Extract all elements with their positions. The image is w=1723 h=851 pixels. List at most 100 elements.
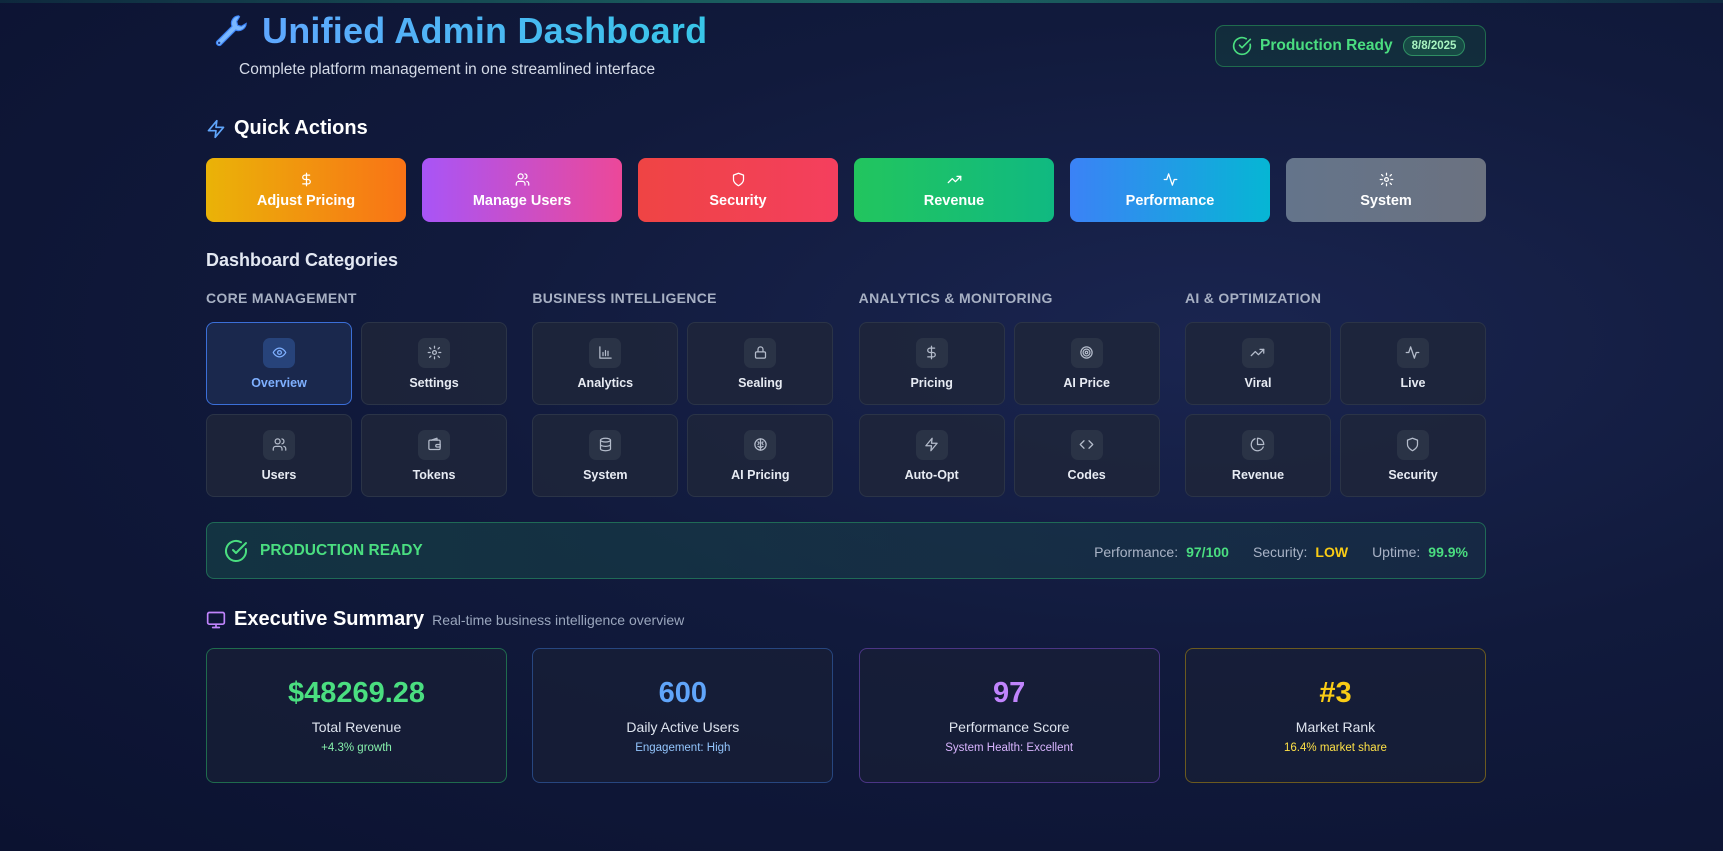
brain-icon: [754, 438, 767, 451]
quick-action-revenue-button[interactable]: Revenue: [854, 158, 1054, 222]
executive-summary-title: Executive Summary: [234, 608, 425, 630]
summary-card-value: #3: [1319, 677, 1352, 709]
bar-chart-icon: [599, 346, 612, 359]
summary-card-label: Market Rank: [1295, 719, 1376, 735]
quick-action-icon: [515, 172, 530, 188]
eye-icon: [272, 347, 286, 358]
tile-pricing[interactable]: Pricing: [858, 322, 1005, 405]
production-status-badge: Production Ready 8/8/2025: [1215, 25, 1486, 67]
tile-tokens[interactable]: Tokens: [361, 414, 507, 497]
category-tiles: Analytics Sealing System AI Pricing: [532, 322, 834, 497]
quick-action-label: Performance: [1125, 192, 1215, 209]
summary-card-value: 600: [658, 677, 708, 709]
tile-label: Auto-Opt: [904, 467, 959, 482]
categories-title: Dashboard Categories: [206, 250, 399, 270]
quick-actions-title: Quick Actions: [234, 117, 368, 139]
category-group: ANALYTICS & MONITORING Pricing AI Price Aut…: [858, 290, 1160, 497]
quick-action-system-button[interactable]: System: [1286, 158, 1486, 222]
tile-label: Viral: [1244, 375, 1272, 390]
tile-auto-opt[interactable]: Auto-Opt: [858, 414, 1005, 497]
tile-label: Overview: [251, 375, 307, 390]
tile-label: Settings: [409, 375, 459, 390]
tile-icon-box: [1241, 429, 1274, 460]
tile-label: Codes: [1067, 467, 1106, 482]
page-subtitle: Complete platform management in one stre…: [239, 61, 656, 78]
quick-action-manage-users-button[interactable]: Manage Users: [422, 158, 622, 222]
production-ready-banner: PRODUCTION READY Performance: 97/100 Sec…: [206, 522, 1486, 579]
database-icon: [599, 437, 611, 452]
tile-revenue[interactable]: Revenue: [1184, 414, 1331, 497]
check-circle-icon: [225, 539, 247, 562]
summary-card-subtext: +4.3% growth: [321, 742, 392, 754]
dashboard-container: Unified Admin Dashboard Complete platfor…: [206, 0, 1486, 783]
category-group: BUSINESS INTELLIGENCE Analytics Sealing Sys…: [532, 290, 834, 497]
tile-viral[interactable]: Viral: [1184, 322, 1331, 405]
category-tiles: Viral Live Revenue Security: [1184, 322, 1486, 497]
tile-codes[interactable]: Codes: [1013, 414, 1160, 497]
tile-ai-pricing[interactable]: AI Pricing: [687, 414, 834, 497]
quick-actions-row: Adjust Pricing Manage Users Security Revenu…: [206, 158, 1486, 222]
zap-icon: [207, 119, 225, 138]
lock-icon: [754, 346, 766, 359]
tile-analytics[interactable]: Analytics: [532, 322, 679, 405]
monitor-icon: [206, 611, 226, 628]
tile-label: Pricing: [910, 375, 953, 390]
category-group-label: CORE MANAGEMENT: [206, 290, 357, 306]
category-group-label: AI & OPTIMIZATION: [1184, 290, 1322, 306]
summary-card-value: $48269.28: [287, 677, 426, 709]
tile-icon-box: [915, 429, 948, 460]
category-tiles: Overview Settings Users Tokens: [206, 322, 507, 497]
dollar-icon: [301, 172, 311, 187]
quick-action-label: Security: [709, 192, 767, 209]
tile-sealing[interactable]: Sealing: [687, 322, 834, 405]
quick-action-security-button[interactable]: Security: [638, 158, 838, 222]
activity-icon: [1163, 173, 1177, 186]
zap-icon: [925, 437, 938, 452]
tile-label: System: [583, 467, 628, 482]
tile-icon-box: [744, 337, 777, 368]
executive-summary-subtitle: Real-time business intelligence overview: [432, 611, 685, 628]
tile-icon-box: [1070, 429, 1103, 460]
tile-icon-box: [915, 337, 948, 368]
tile-icon-box: [263, 337, 295, 368]
shield-icon: [1407, 437, 1419, 452]
quick-action-label: Manage Users: [472, 192, 572, 209]
tile-security[interactable]: Security: [1339, 414, 1486, 497]
summary-card: 600 Daily Active Users Engagement: High: [532, 648, 834, 783]
code-icon: [1079, 440, 1094, 449]
users-icon: [272, 438, 286, 451]
tile-settings[interactable]: Settings: [361, 322, 507, 405]
quick-action-icon: [731, 172, 746, 188]
tile-label: Tokens: [412, 467, 456, 482]
tile-label: Live: [1400, 375, 1426, 390]
pie-chart-icon: [1251, 437, 1265, 452]
summary-card: 97 Performance Score System Health: Excell…: [858, 648, 1160, 783]
trending-up-icon: [1251, 348, 1265, 357]
tile-users[interactable]: Users: [206, 414, 352, 497]
wrench-icon: [215, 15, 247, 47]
tile-label: Users: [261, 467, 297, 482]
executive-summary-heading: Executive Summary Real-time business int…: [206, 608, 684, 631]
quick-action-adjust-pricing-button[interactable]: Adjust Pricing: [206, 158, 406, 222]
category-group: CORE MANAGEMENT Overview Settings Users Toke…: [206, 290, 507, 497]
title-row: Unified Admin Dashboard: [212, 10, 707, 52]
check-circle-icon: [1232, 36, 1252, 56]
tile-label: AI Price: [1063, 375, 1110, 390]
target-icon: [1080, 346, 1093, 359]
quick-action-performance-button[interactable]: Performance: [1070, 158, 1270, 222]
summary-cards: $48269.28 Total Revenue +4.3% growth 600 Dai…: [206, 648, 1486, 783]
status-label: Production Ready: [1260, 37, 1393, 54]
summary-card-label: Performance Score: [948, 719, 1070, 735]
category-group-label: BUSINESS INTELLIGENCE: [532, 290, 717, 306]
tile-system[interactable]: System: [532, 414, 679, 497]
tile-overview[interactable]: Overview: [206, 322, 352, 405]
page-title: Unified Admin Dashboard: [262, 10, 708, 51]
tile-icon-box: [1241, 337, 1274, 368]
category-tiles: Pricing AI Price Auto-Opt Codes: [858, 322, 1160, 497]
summary-card: $48269.28 Total Revenue +4.3% growth: [206, 648, 507, 783]
quick-action-icon: [947, 172, 962, 188]
trending-up-icon: [947, 175, 961, 184]
tile-live[interactable]: Live: [1339, 322, 1486, 405]
tile-icon-box: [744, 429, 777, 460]
tile-ai-price[interactable]: AI Price: [1013, 322, 1160, 405]
